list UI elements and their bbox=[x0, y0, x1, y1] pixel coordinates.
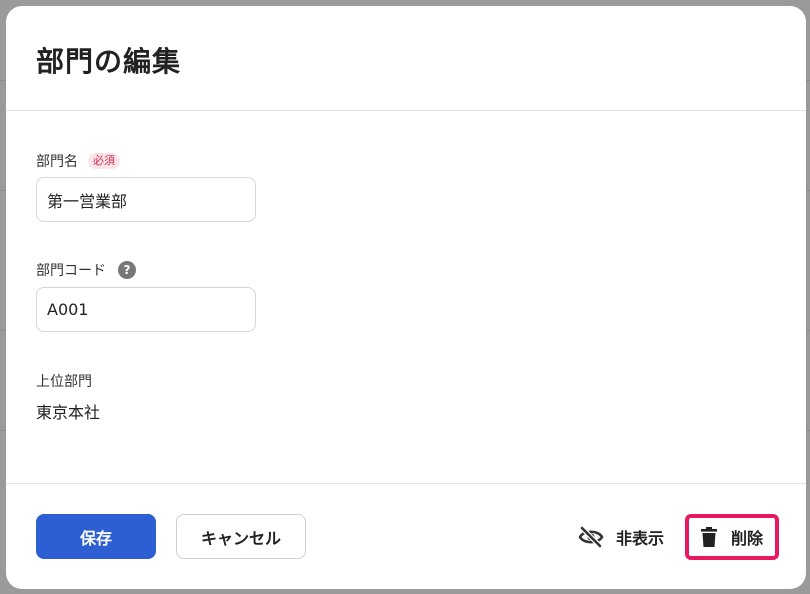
trash-icon bbox=[700, 527, 717, 547]
edit-department-dialog: 部門の編集 部門名 必須 部門コード ? 上位部門 東京本社 保存 キャンセル … bbox=[6, 6, 806, 589]
hide-button-label: 非表示 bbox=[616, 529, 665, 548]
help-icon[interactable]: ? bbox=[118, 261, 136, 279]
parent-department-label: 上位部門 bbox=[36, 371, 92, 391]
delete-button-label: 削除 bbox=[730, 529, 763, 548]
parent-department-value: 東京本社 bbox=[36, 403, 101, 422]
required-badge: 必須 bbox=[88, 153, 120, 169]
department-name-label-text: 部門名 bbox=[36, 154, 78, 170]
department-name-label: 部門名 必須 bbox=[36, 151, 120, 171]
department-code-input[interactable] bbox=[36, 287, 256, 332]
parent-department-label-text: 上位部門 bbox=[36, 374, 92, 390]
save-button[interactable]: 保存 bbox=[36, 514, 156, 559]
hide-button[interactable]: 非表示 bbox=[578, 522, 664, 552]
dialog-header: 部門の編集 bbox=[6, 6, 806, 111]
delete-button[interactable]: 削除 bbox=[685, 514, 779, 560]
department-code-label-text: 部門コード bbox=[36, 263, 106, 279]
cancel-button[interactable]: キャンセル bbox=[176, 514, 306, 559]
dialog-title: 部門の編集 bbox=[36, 45, 182, 78]
department-code-label: 部門コード ? bbox=[36, 260, 136, 280]
eye-off-icon bbox=[578, 526, 604, 548]
dialog-footer: 保存 キャンセル 非表示 削除 bbox=[6, 483, 806, 589]
department-name-input[interactable] bbox=[36, 177, 256, 222]
